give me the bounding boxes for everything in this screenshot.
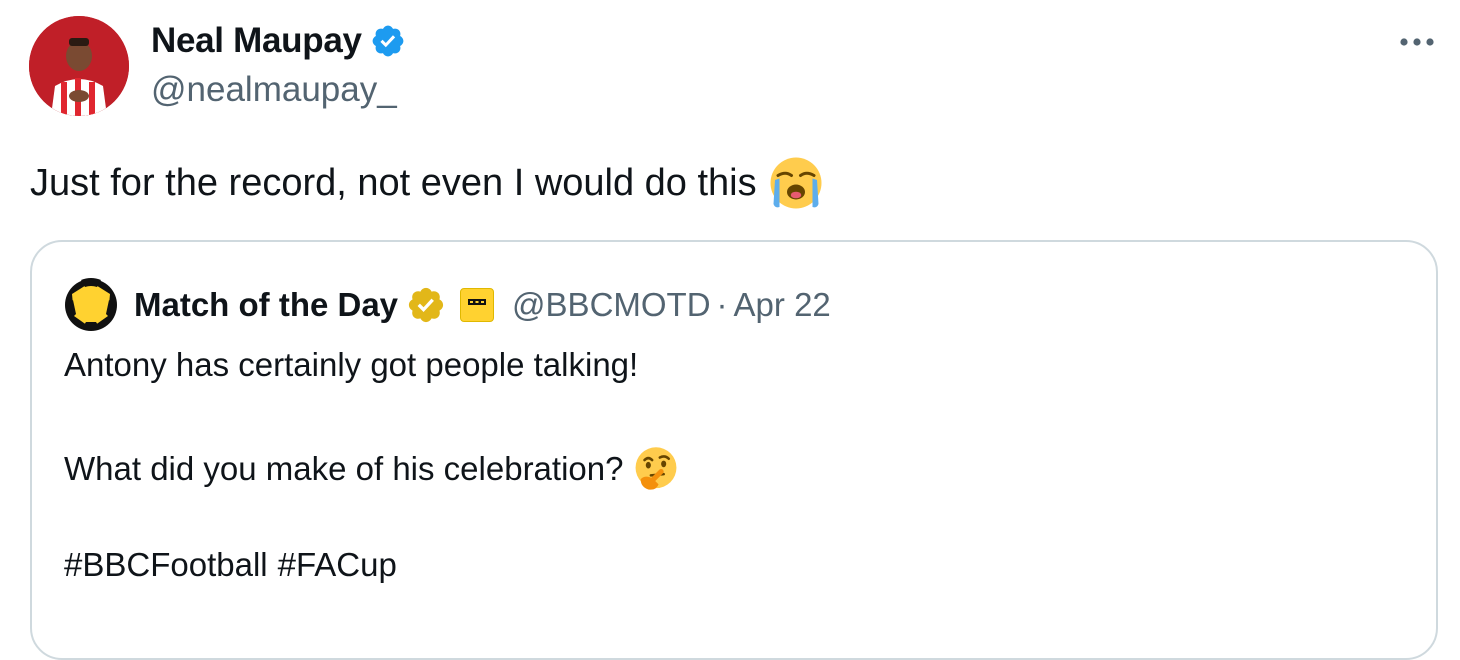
quoted-tweet-line-2: What did you make of his celebration?	[64, 446, 679, 492]
author-name[interactable]: Neal Maupay	[151, 21, 362, 61]
tweet: Neal Maupay @nealmaupay_ Just for the re…	[0, 0, 1460, 660]
header-separator: ·	[716, 286, 728, 323]
quoted-tweet-line-1: Antony has certainly got people talking!	[64, 346, 639, 383]
quoted-tweet-header: Match of the Day @BBCMOTD · Apr 22	[64, 278, 831, 332]
quoted-tweet-line-2-text: What did you make of his celebration?	[64, 450, 624, 487]
tweet-text-content: Just for the record, not even I would do…	[30, 161, 757, 204]
author-avatar[interactable]	[29, 16, 129, 116]
bbc-affiliate-icon	[468, 299, 487, 305]
quoted-author-handle[interactable]: @BBCMOTD	[512, 286, 711, 324]
quoted-author-name[interactable]: Match of the Day	[134, 286, 398, 324]
quoted-tweet-hashtags: #BBCFootball #FACup	[64, 546, 397, 584]
gold-verified-badge-icon	[408, 287, 444, 323]
hashtag-link[interactable]: #FACup	[278, 546, 397, 584]
loudly-crying-face-icon	[770, 157, 822, 209]
avatar-photo-icon	[29, 16, 129, 116]
affiliate-badge-icon[interactable]	[460, 288, 495, 322]
hashtag-link[interactable]: #BBCFootball	[64, 546, 268, 584]
thinking-face-icon	[636, 447, 677, 490]
verified-badge-icon	[372, 25, 404, 57]
motd-logo-icon[interactable]	[64, 278, 118, 332]
quoted-tweet-card[interactable]: Match of the Day @BBCMOTD · Apr 22 Anton…	[30, 240, 1438, 660]
more-options-button[interactable]	[1394, 24, 1440, 60]
author-handle[interactable]: @nealmaupay_	[151, 70, 397, 110]
ellipsis-icon	[1400, 38, 1434, 46]
quoted-tweet-date[interactable]: Apr 22	[734, 286, 831, 324]
author-name-row: Neal Maupay	[151, 20, 406, 62]
tweet-text: Just for the record, not even I would do…	[30, 156, 823, 210]
